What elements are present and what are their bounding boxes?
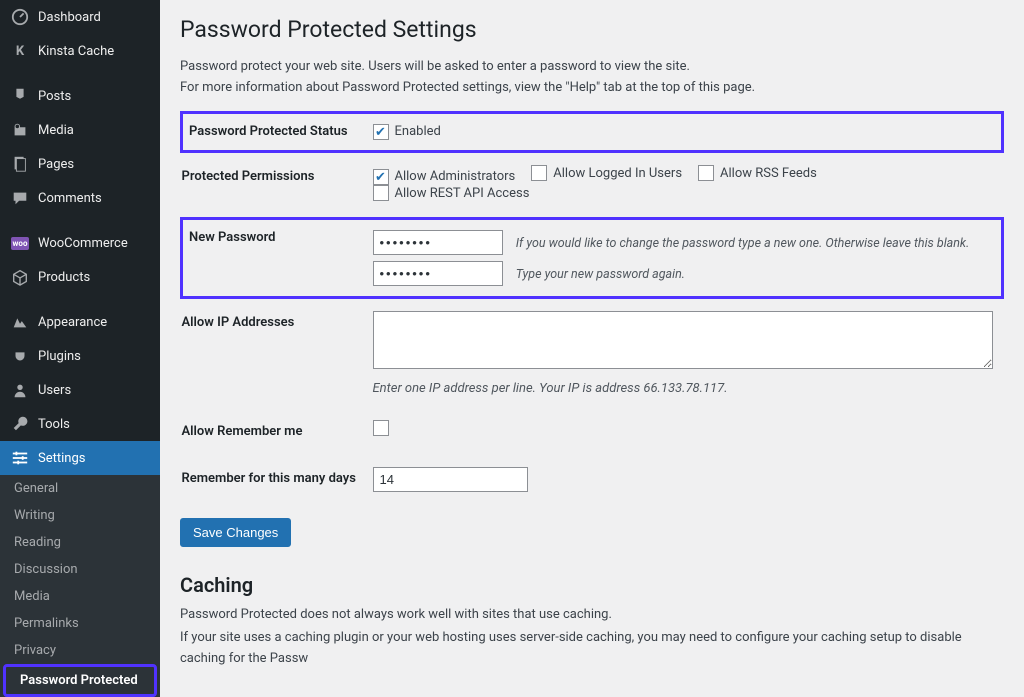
- sidebar-item-media[interactable]: Media: [0, 113, 160, 147]
- allow-ip-heading: Allow IP Addresses: [182, 298, 373, 409]
- perm-option-3[interactable]: Allow REST API Access: [373, 185, 530, 201]
- sidebar-item-label: Tools: [38, 417, 70, 432]
- status-enabled-toggle[interactable]: Enabled: [373, 124, 441, 140]
- caching-desc-2: If your site uses a caching plugin or yo…: [180, 628, 1004, 670]
- sidebar-item-settings[interactable]: Settings: [0, 441, 160, 475]
- app-icon: [10, 312, 30, 332]
- status-checkbox[interactable]: [373, 124, 389, 140]
- row-permissions: Protected Permissions Allow Administrato…: [182, 152, 1003, 219]
- settings-sub-writing[interactable]: Writing: [0, 502, 160, 529]
- sidebar-item-products[interactable]: Products: [0, 260, 160, 294]
- sidebar-item-posts[interactable]: Posts: [0, 79, 160, 113]
- sidebar-item-label: Products: [38, 270, 90, 285]
- caching-desc-1: Password Protected does not always work …: [180, 605, 1004, 626]
- settings-sub-media[interactable]: Media: [0, 583, 160, 610]
- sidebar-item-label: WooCommerce: [38, 236, 128, 251]
- woo-icon: woo: [10, 233, 30, 253]
- status-enabled-label: Enabled: [395, 124, 441, 139]
- new-password-heading: New Password: [182, 219, 373, 298]
- sidebar-item-label: Plugins: [38, 349, 81, 364]
- settings-submenu: GeneralWritingReadingDiscussionMediaPerm…: [0, 475, 160, 697]
- admin-sidebar: Dashboard K Kinsta Cache Posts Media Pages Com…: [0, 0, 160, 679]
- sidebar-item-label: Media: [38, 123, 74, 138]
- settings-sub-general[interactable]: General: [0, 475, 160, 502]
- remember-days-input[interactable]: [373, 467, 528, 492]
- perm-option-2[interactable]: Allow RSS Feeds: [698, 165, 817, 181]
- perm-label-0: Allow Administrators: [395, 169, 516, 184]
- confirm-password-input[interactable]: [373, 261, 503, 286]
- perm-option-0[interactable]: Allow Administrators: [373, 169, 516, 185]
- settings-sub-discussion[interactable]: Discussion: [0, 556, 160, 583]
- sidebar-item-label: Appearance: [38, 315, 107, 330]
- user-icon: [10, 380, 30, 400]
- page-desc-1: Password protect your web site. Users wi…: [180, 57, 1004, 78]
- sidebar-item-users[interactable]: Users: [0, 373, 160, 407]
- remember-heading: Allow Remember me: [182, 408, 373, 455]
- media-icon: [10, 120, 30, 140]
- sidebar-item-comments[interactable]: Comments: [0, 181, 160, 215]
- page-icon: [10, 154, 30, 174]
- sidebar-item-label: Posts: [38, 89, 71, 104]
- sidebar-item-label: Dashboard: [38, 10, 101, 25]
- settings-sub-privacy[interactable]: Privacy: [0, 637, 160, 664]
- perm-checkbox-2[interactable]: [698, 165, 714, 181]
- k-icon: K: [10, 41, 30, 61]
- sidebar-item-label: Kinsta Cache: [38, 44, 114, 59]
- perm-label-2: Allow RSS Feeds: [720, 166, 817, 181]
- new-password-hint-1: If you would like to change the password…: [516, 236, 970, 251]
- sidebar-item-dashboard[interactable]: Dashboard: [0, 0, 160, 34]
- pin-icon: [10, 86, 30, 106]
- row-remember: Allow Remember me: [182, 408, 1003, 455]
- sidebar-item-woocommerce[interactable]: woo WooCommerce: [0, 226, 160, 260]
- sidebar-item-pages[interactable]: Pages: [0, 147, 160, 181]
- sidebar-item-label: Users: [38, 383, 71, 398]
- status-heading: Password Protected Status: [182, 112, 373, 152]
- page-title: Password Protected Settings: [180, 16, 1004, 43]
- allow-ip-note: Enter one IP address per line. Your IP i…: [373, 381, 993, 396]
- row-remember-days: Remember for this many days: [182, 455, 1003, 504]
- remember-days-heading: Remember for this many days: [182, 455, 373, 504]
- sidebar-item-kinsta-cache[interactable]: K Kinsta Cache: [0, 34, 160, 68]
- settings-sub-permalinks[interactable]: Permalinks: [0, 610, 160, 637]
- prod-icon: [10, 267, 30, 287]
- row-status: Password Protected Status Enabled: [182, 112, 1003, 152]
- remember-checkbox[interactable]: [373, 420, 389, 436]
- settings-sub-password-protected[interactable]: Password Protected: [6, 667, 154, 694]
- plug-icon: [10, 346, 30, 366]
- settings-form: Password Protected Status Enabled Protec…: [180, 111, 1004, 505]
- dash-icon: [10, 7, 30, 27]
- comm-icon: [10, 188, 30, 208]
- perm-label-1: Allow Logged In Users: [553, 166, 682, 181]
- new-password-hint-2: Type your new password again.: [516, 267, 685, 282]
- sidebar-item-appearance[interactable]: Appearance: [0, 305, 160, 339]
- perm-checkbox-1[interactable]: [531, 165, 547, 181]
- sidebar-item-label: Settings: [38, 451, 85, 466]
- sidebar-item-label: Comments: [38, 191, 102, 206]
- caching-heading: Caching: [180, 573, 1004, 597]
- new-password-input[interactable]: [373, 230, 503, 255]
- sidebar-item-tools[interactable]: Tools: [0, 407, 160, 441]
- perm-checkbox-0[interactable]: [373, 169, 389, 185]
- sidebar-item-label: Pages: [38, 157, 74, 172]
- page-desc-2: For more information about Password Prot…: [180, 78, 1004, 99]
- main-content: Password Protected Settings Password pro…: [160, 0, 1024, 679]
- perm-option-1[interactable]: Allow Logged In Users: [531, 165, 682, 181]
- save-button[interactable]: Save Changes: [180, 518, 291, 547]
- row-allow-ip: Allow IP Addresses Enter one IP address …: [182, 298, 1003, 409]
- allow-ip-textarea[interactable]: [373, 311, 993, 369]
- tool-icon: [10, 414, 30, 434]
- settings-sub-reading[interactable]: Reading: [0, 529, 160, 556]
- set-icon: [10, 448, 30, 468]
- permissions-heading: Protected Permissions: [182, 152, 373, 219]
- perm-label-3: Allow REST API Access: [395, 186, 530, 201]
- row-new-password: New Password If you would like to change…: [182, 219, 1003, 298]
- perm-checkbox-3[interactable]: [373, 185, 389, 201]
- sidebar-item-plugins[interactable]: Plugins: [0, 339, 160, 373]
